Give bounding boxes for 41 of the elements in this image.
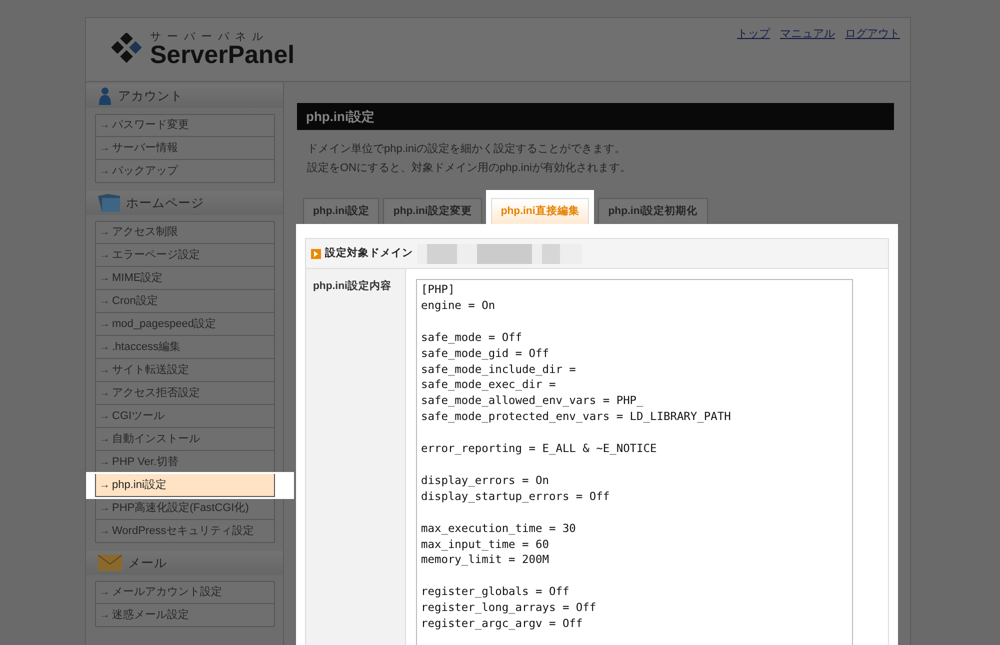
sidebar-item[interactable]: → エラーページ設定	[95, 244, 275, 267]
sidebar-item[interactable]: → .htaccess編集	[95, 336, 275, 359]
sidebar-item[interactable]: → パスワード変更	[95, 114, 275, 137]
sidebar-item[interactable]: → Cron設定	[95, 290, 275, 313]
sidebar-item[interactable]: → バックアップ	[95, 160, 275, 183]
section-title: メール	[128, 554, 167, 572]
sidebar-item[interactable]: → php.ini設定	[95, 474, 275, 497]
header-link[interactable]: トップ	[737, 26, 770, 42]
tab[interactable]: php.ini直接編集	[490, 198, 590, 224]
tab[interactable]: php.ini設定初期化	[598, 198, 708, 224]
sidebar-item[interactable]: → メールアカウント設定	[95, 581, 275, 604]
bullet-icon	[311, 248, 321, 258]
sidebar-item[interactable]: → アクセス拒否設定	[95, 382, 275, 405]
code-editor[interactable]: [PHP] engine = On safe_mode = Off safe_mode_gid = Off safe_mode_include_dir = safe_mode_exec_dir = safe_mode_allowed_env_vars = PHP_ safe_mode_protected_env_vars = LD_LIBRARY_PATH error_reporting = E_ALL & ~E_NOTICE display_errors = On display_startup_errors = Off max_execution_time = 30 max_input_time = 60 memory_limit = 200M register_globals = Off register_long_arrays = Off register_argc_argv = Off	[416, 279, 853, 645]
tab[interactable]: php.ini設定	[303, 198, 380, 224]
sidebar-item[interactable]: → 迷惑メール設定	[95, 604, 275, 627]
header-link[interactable]: マニュアル	[780, 26, 835, 42]
sidebar-item[interactable]: → 自動インストール	[95, 428, 275, 451]
section-title: アカウント	[118, 88, 183, 105]
sidebar-item[interactable]: → PHP Ver.切替	[95, 451, 275, 474]
sidebar-item[interactable]: → サーバー情報	[95, 137, 275, 160]
sidebar-item[interactable]: → MIME設定	[95, 267, 275, 290]
sidebar-item[interactable]: → CGIツール	[95, 405, 275, 428]
tab[interactable]: php.ini設定変更	[383, 198, 482, 224]
person-icon	[98, 87, 112, 105]
logo-kana: サーバーパネル	[150, 32, 270, 42]
folder-icon	[98, 194, 120, 212]
description-text: ドメイン単位でphp.iniの設定を細かく設定することができます。	[307, 142, 626, 157]
description-text: 設定をONにすると、対象ドメイン用のphp.iniが有効化されます。	[307, 160, 632, 176]
field-label: php.ini設定内容	[306, 269, 406, 645]
sidebar-item[interactable]: → アクセス制限	[95, 221, 275, 244]
sidebar-item[interactable]: → mod_pagespeed設定	[95, 313, 275, 336]
logo-text: ServerPanel	[150, 42, 295, 68]
sidebar-item[interactable]: → WordPressセキュリティ設定	[95, 520, 275, 543]
domain-label: 設定対象ドメイン	[325, 246, 413, 261]
envelope-icon	[98, 555, 122, 571]
sidebar-item[interactable]: → PHP高速化設定(FastCGI化)	[95, 497, 275, 520]
sidebar-item[interactable]: → サイト転送設定	[95, 359, 275, 382]
page-title: php.ini設定	[297, 103, 894, 130]
header-link[interactable]: ログアウト	[845, 26, 900, 42]
section-title: ホームページ	[126, 194, 204, 212]
